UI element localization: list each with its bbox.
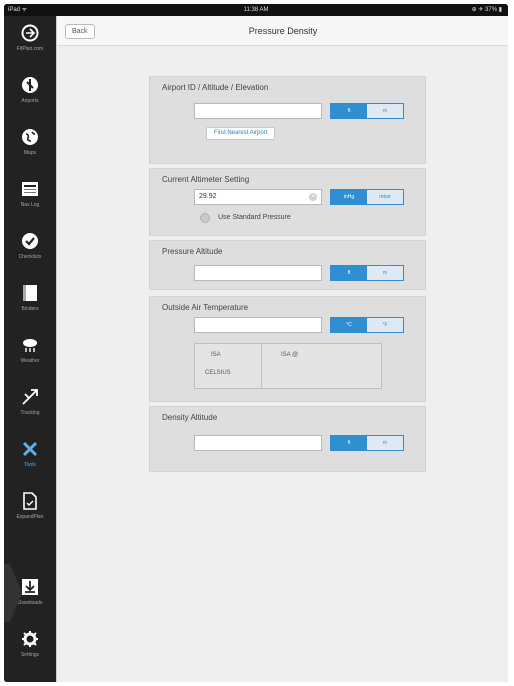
sidebar-item-label: Binders [21, 306, 39, 312]
fltplan-logo-icon [21, 24, 39, 42]
airport-icon [22, 77, 38, 93]
sidebar-item-checklists[interactable]: Checklists [4, 226, 56, 276]
isa-label: ISA [211, 352, 221, 358]
section-title: Outside Air Temperature [162, 303, 249, 312]
page-title: Pressure Density [248, 26, 318, 36]
standard-pressure-label: Use Standard Pressure [218, 214, 291, 221]
unit-ft[interactable]: ft [331, 436, 367, 450]
altimeter-value: 29.92 [199, 193, 217, 200]
altimeter-input[interactable]: 29.92 × [194, 189, 322, 205]
battery-status: ⊕ ✈ 37% ▮ [471, 7, 502, 13]
sidebar-item-settings[interactable]: Settings [4, 624, 56, 674]
density-altitude-unit-toggle[interactable]: ft m [330, 435, 404, 451]
unit-mbar[interactable]: mbar [367, 190, 403, 204]
isa-at-label: ISA @ [281, 352, 299, 358]
density-altitude-section: Density Altitude ft m [149, 406, 426, 472]
binder-icon [23, 285, 37, 301]
sidebar-item-weather[interactable]: Weather [4, 330, 56, 380]
ipad-screen: iPad ᯤ 11:38 AM ⊕ ✈ 37% ▮ FltPlan.com Ai… [4, 4, 508, 682]
unit-celsius[interactable]: °C [331, 318, 367, 332]
temperature-unit-toggle[interactable]: °C °F [330, 317, 404, 333]
airport-unit-toggle[interactable]: ft m [330, 103, 404, 119]
airport-input[interactable] [194, 103, 322, 119]
section-title: Current Altimeter Setting [162, 175, 250, 184]
sidebar: FltPlan.com Airports Maps Nav Log Checkl… [4, 16, 56, 682]
isa-unit: CELSIUS [205, 370, 231, 376]
pressure-altitude-output[interactable] [194, 265, 322, 281]
checkmark-icon [22, 233, 38, 249]
sidebar-item-label: Settings [20, 652, 40, 658]
unit-m[interactable]: m [367, 266, 403, 280]
gear-icon [22, 631, 38, 647]
altimeter-unit-toggle[interactable]: inHg mbar [330, 189, 404, 205]
sidebar-item-tracking[interactable]: Tracking [4, 382, 56, 432]
tracking-icon [22, 389, 38, 405]
sidebar-item-fltplan[interactable]: FltPlan.com [4, 18, 56, 68]
weather-icon [23, 339, 37, 352]
sidebar-item-expandplan[interactable]: ExpandPlan [4, 486, 56, 536]
standard-pressure-toggle[interactable] [200, 213, 210, 223]
drawer-handle[interactable] [4, 564, 22, 622]
sidebar-item-label: Maps [23, 150, 37, 156]
pressure-altitude-section: Pressure Altitude ft m [149, 240, 426, 290]
sidebar-item-navlog[interactable]: Nav Log [4, 174, 56, 224]
unit-ft[interactable]: ft [331, 266, 367, 280]
sidebar-item-label: Tracking [20, 410, 40, 416]
globe-icon [22, 129, 38, 145]
tools-icon [22, 441, 38, 457]
unit-inhg[interactable]: inHg [331, 190, 367, 204]
sidebar-item-label: Tools [24, 462, 36, 468]
section-title: Airport ID / Altitude / Elevation [162, 83, 269, 92]
sidebar-item-label: Checklists [18, 254, 42, 260]
status-time: 11:38 AM [243, 7, 269, 13]
document-icon [23, 492, 37, 510]
main-panel: Back Pressure Density Airport ID / Altit… [56, 16, 508, 682]
unit-ft[interactable]: ft [331, 104, 367, 118]
pressure-altitude-unit-toggle[interactable]: ft m [330, 265, 404, 281]
section-title: Pressure Altitude [162, 247, 223, 256]
download-icon [22, 579, 38, 595]
sidebar-item-label: Nav Log [20, 202, 40, 208]
clear-icon[interactable]: × [309, 193, 317, 201]
oat-section: Outside Air Temperature °C °F ISA CELSIU… [149, 296, 426, 402]
sidebar-item-label: Weather [20, 358, 40, 364]
sidebar-item-label: FltPlan.com [16, 46, 44, 52]
navlog-icon [22, 182, 38, 196]
unit-m[interactable]: m [367, 436, 403, 450]
sidebar-item-label: ExpandPlan [16, 514, 44, 520]
navigation-bar: Back Pressure Density [57, 16, 508, 46]
isa-divider [261, 344, 262, 388]
sidebar-item-label: Airports [21, 98, 39, 104]
find-nearest-airport-button[interactable]: Find Nearest Airport [206, 127, 276, 140]
airport-section: Airport ID / Altitude / Elevation ft m F… [149, 76, 426, 164]
isa-box: ISA CELSIUS ISA @ [194, 343, 382, 389]
sidebar-item-tools[interactable]: Tools [4, 434, 56, 484]
sidebar-item-binders[interactable]: Binders [4, 278, 56, 328]
oat-input[interactable] [194, 317, 322, 333]
unit-fahrenheit[interactable]: °F [367, 318, 403, 332]
status-bar: iPad ᯤ 11:38 AM ⊕ ✈ 37% ▮ [4, 4, 508, 16]
density-altitude-output[interactable] [194, 435, 322, 451]
altimeter-section: Current Altimeter Setting 29.92 × inHg m… [149, 168, 426, 236]
unit-m[interactable]: m [367, 104, 403, 118]
sidebar-item-maps[interactable]: Maps [4, 122, 56, 172]
section-title: Density Altitude [162, 413, 218, 422]
sidebar-item-airports[interactable]: Airports [4, 70, 56, 120]
